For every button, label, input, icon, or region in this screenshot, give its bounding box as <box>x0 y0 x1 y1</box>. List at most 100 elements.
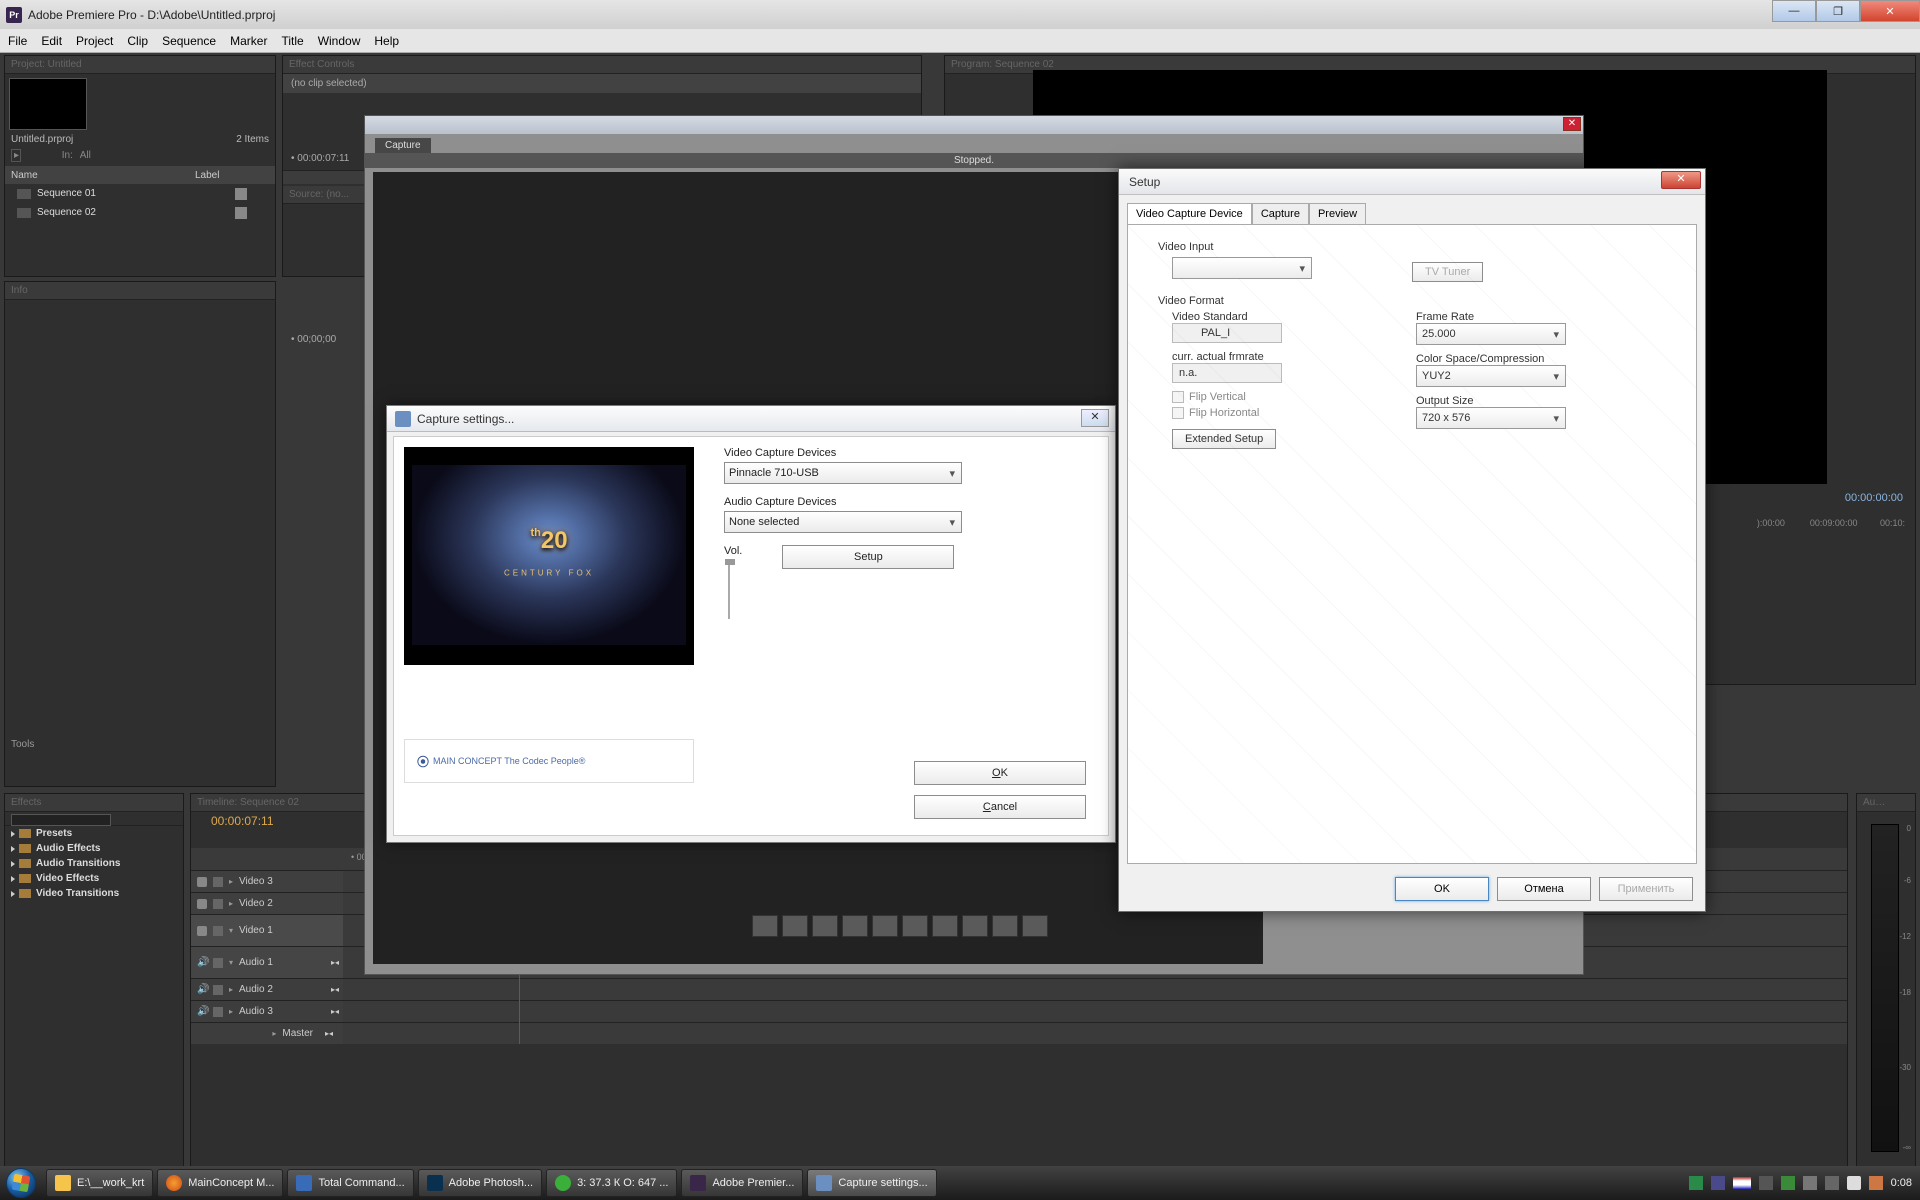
close-icon[interactable]: ✕ <box>1081 409 1109 427</box>
label-swatch[interactable] <box>235 207 247 219</box>
audio-track[interactable]: 🔊▸Audio 3▸◂ <box>191 1000 1847 1022</box>
tab-video-capture-device[interactable]: Video Capture Device <box>1127 203 1252 224</box>
menu-file[interactable]: File <box>8 34 27 48</box>
transport-record[interactable] <box>992 915 1018 937</box>
effects-folder[interactable]: Audio Transitions <box>5 856 183 871</box>
language-icon[interactable] <box>1733 1177 1751 1189</box>
capture-titlebar[interactable]: ✕ <box>365 116 1583 134</box>
close-button[interactable]: ✕ <box>1860 0 1920 22</box>
transport-forward[interactable] <box>902 915 928 937</box>
colorspace-select[interactable]: YUY2 <box>1416 365 1566 387</box>
network-icon[interactable] <box>1825 1176 1839 1190</box>
column-label[interactable]: Label <box>195 170 275 181</box>
effects-folder[interactable]: Audio Effects <box>5 841 183 856</box>
taskbar-item[interactable]: Adobe Photosh... <box>418 1169 542 1197</box>
lock-icon[interactable] <box>213 1007 223 1017</box>
tray-icon[interactable] <box>1759 1176 1773 1190</box>
taskbar-item[interactable]: Adobe Premier... <box>681 1169 803 1197</box>
master-track[interactable]: ▸Master▸◂ <box>191 1022 1847 1044</box>
audio-meter-tab[interactable]: Au… <box>1857 794 1915 812</box>
minimize-button[interactable]: — <box>1772 0 1816 22</box>
clock[interactable]: 0:08 <box>1891 1177 1912 1189</box>
effects-folder[interactable]: Video Effects <box>5 871 183 886</box>
extended-setup-button[interactable]: Extended Setup <box>1172 429 1276 449</box>
taskbar-item[interactable]: E:\__work_krt <box>46 1169 153 1197</box>
ok-button[interactable]: OK <box>1395 877 1489 901</box>
volume-icon[interactable] <box>1847 1176 1861 1190</box>
start-button[interactable] <box>0 1166 42 1200</box>
column-name[interactable]: Name <box>5 170 195 181</box>
transport-extra[interactable] <box>1022 915 1048 937</box>
menu-title[interactable]: Title <box>281 34 303 48</box>
tools-tab[interactable]: Tools <box>11 739 34 750</box>
tray-icon[interactable] <box>1781 1176 1795 1190</box>
project-row[interactable]: Sequence 01 <box>5 184 275 203</box>
frame-rate-select[interactable]: 25.000 <box>1416 323 1566 345</box>
capture-tab[interactable]: Capture <box>375 138 431 153</box>
menu-edit[interactable]: Edit <box>41 34 62 48</box>
tray-icon[interactable] <box>1869 1176 1883 1190</box>
lock-icon[interactable] <box>213 926 223 936</box>
output-size-select[interactable]: 720 x 576 <box>1416 407 1566 429</box>
menu-help[interactable]: Help <box>374 34 399 48</box>
menu-project[interactable]: Project <box>76 34 113 48</box>
ok-button[interactable]: OK <box>914 761 1086 785</box>
flip-vertical-checkbox[interactable]: Flip Vertical <box>1172 391 1392 403</box>
tray-icon[interactable] <box>1689 1176 1703 1190</box>
video-devices-label: Video Capture Devices <box>724 447 1098 459</box>
project-row[interactable]: Sequence 02 <box>5 203 275 222</box>
eye-icon[interactable] <box>197 926 207 936</box>
dialog-titlebar[interactable]: Capture settings... ✕ <box>387 406 1115 432</box>
flip-horizontal-checkbox[interactable]: Flip Horizontal <box>1172 407 1392 419</box>
transport-stop[interactable] <box>962 915 988 937</box>
transport-step-fwd[interactable] <box>872 915 898 937</box>
eye-icon[interactable] <box>197 899 207 909</box>
effects-search[interactable] <box>11 814 111 826</box>
lock-icon[interactable] <box>213 877 223 887</box>
filter-all[interactable]: All <box>80 150 91 161</box>
info-tab[interactable]: Info <box>5 282 275 300</box>
audio-device-select[interactable]: None selected <box>724 511 962 533</box>
taskbar-item[interactable]: 3: 37.3 К О: 647 ... <box>546 1169 677 1197</box>
menu-marker[interactable]: Marker <box>230 34 267 48</box>
lock-icon[interactable] <box>213 958 223 968</box>
maximize-button[interactable]: ❐ <box>1816 0 1860 22</box>
tab-capture[interactable]: Capture <box>1252 203 1309 224</box>
close-icon[interactable]: ✕ <box>1563 117 1581 131</box>
taskbar-item[interactable]: Capture settings... <box>807 1169 936 1197</box>
effects-folder[interactable]: Presets <box>5 826 183 841</box>
volume-slider[interactable] <box>728 559 738 619</box>
cancel-button[interactable]: Cancel <box>914 795 1086 819</box>
cancel-button[interactable]: Отмена <box>1497 877 1591 901</box>
label-swatch[interactable] <box>235 188 247 200</box>
transport-play[interactable] <box>842 915 868 937</box>
project-panel-tab[interactable]: Project: Untitled <box>5 56 275 74</box>
video-input-select[interactable] <box>1172 257 1312 279</box>
transport-next[interactable] <box>932 915 958 937</box>
apply-button[interactable]: Применить <box>1599 877 1693 901</box>
effect-controls-tab[interactable]: Effect Controls <box>283 56 921 74</box>
taskbar-item[interactable]: Total Command... <box>287 1169 413 1197</box>
audio-track[interactable]: 🔊▸Audio 2▸◂ <box>191 978 1847 1000</box>
tab-preview[interactable]: Preview <box>1309 203 1366 224</box>
menu-sequence[interactable]: Sequence <box>162 34 216 48</box>
tray-icon[interactable] <box>1803 1176 1817 1190</box>
menu-window[interactable]: Window <box>318 34 361 48</box>
menu-clip[interactable]: Clip <box>127 34 148 48</box>
eye-icon[interactable] <box>197 877 207 887</box>
device-setup-button[interactable]: Setup <box>782 545 954 569</box>
effects-list-tab[interactable]: Effects <box>5 794 183 812</box>
close-icon[interactable]: ✕ <box>1661 171 1701 189</box>
tv-tuner-button[interactable]: TV Tuner <box>1412 262 1483 282</box>
folder-icon <box>19 889 31 898</box>
taskbar-item[interactable]: MainConcept M... <box>157 1169 283 1197</box>
lock-icon[interactable] <box>213 985 223 995</box>
lock-icon[interactable] <box>213 899 223 909</box>
video-device-select[interactable]: Pinnacle 710-USB <box>724 462 962 484</box>
tray-icon[interactable] <box>1711 1176 1725 1190</box>
transport-step-back[interactable] <box>812 915 838 937</box>
transport-prev[interactable] <box>752 915 778 937</box>
transport-rewind[interactable] <box>782 915 808 937</box>
dialog-titlebar[interactable]: Setup ✕ <box>1119 169 1705 195</box>
effects-folder[interactable]: Video Transitions <box>5 886 183 901</box>
